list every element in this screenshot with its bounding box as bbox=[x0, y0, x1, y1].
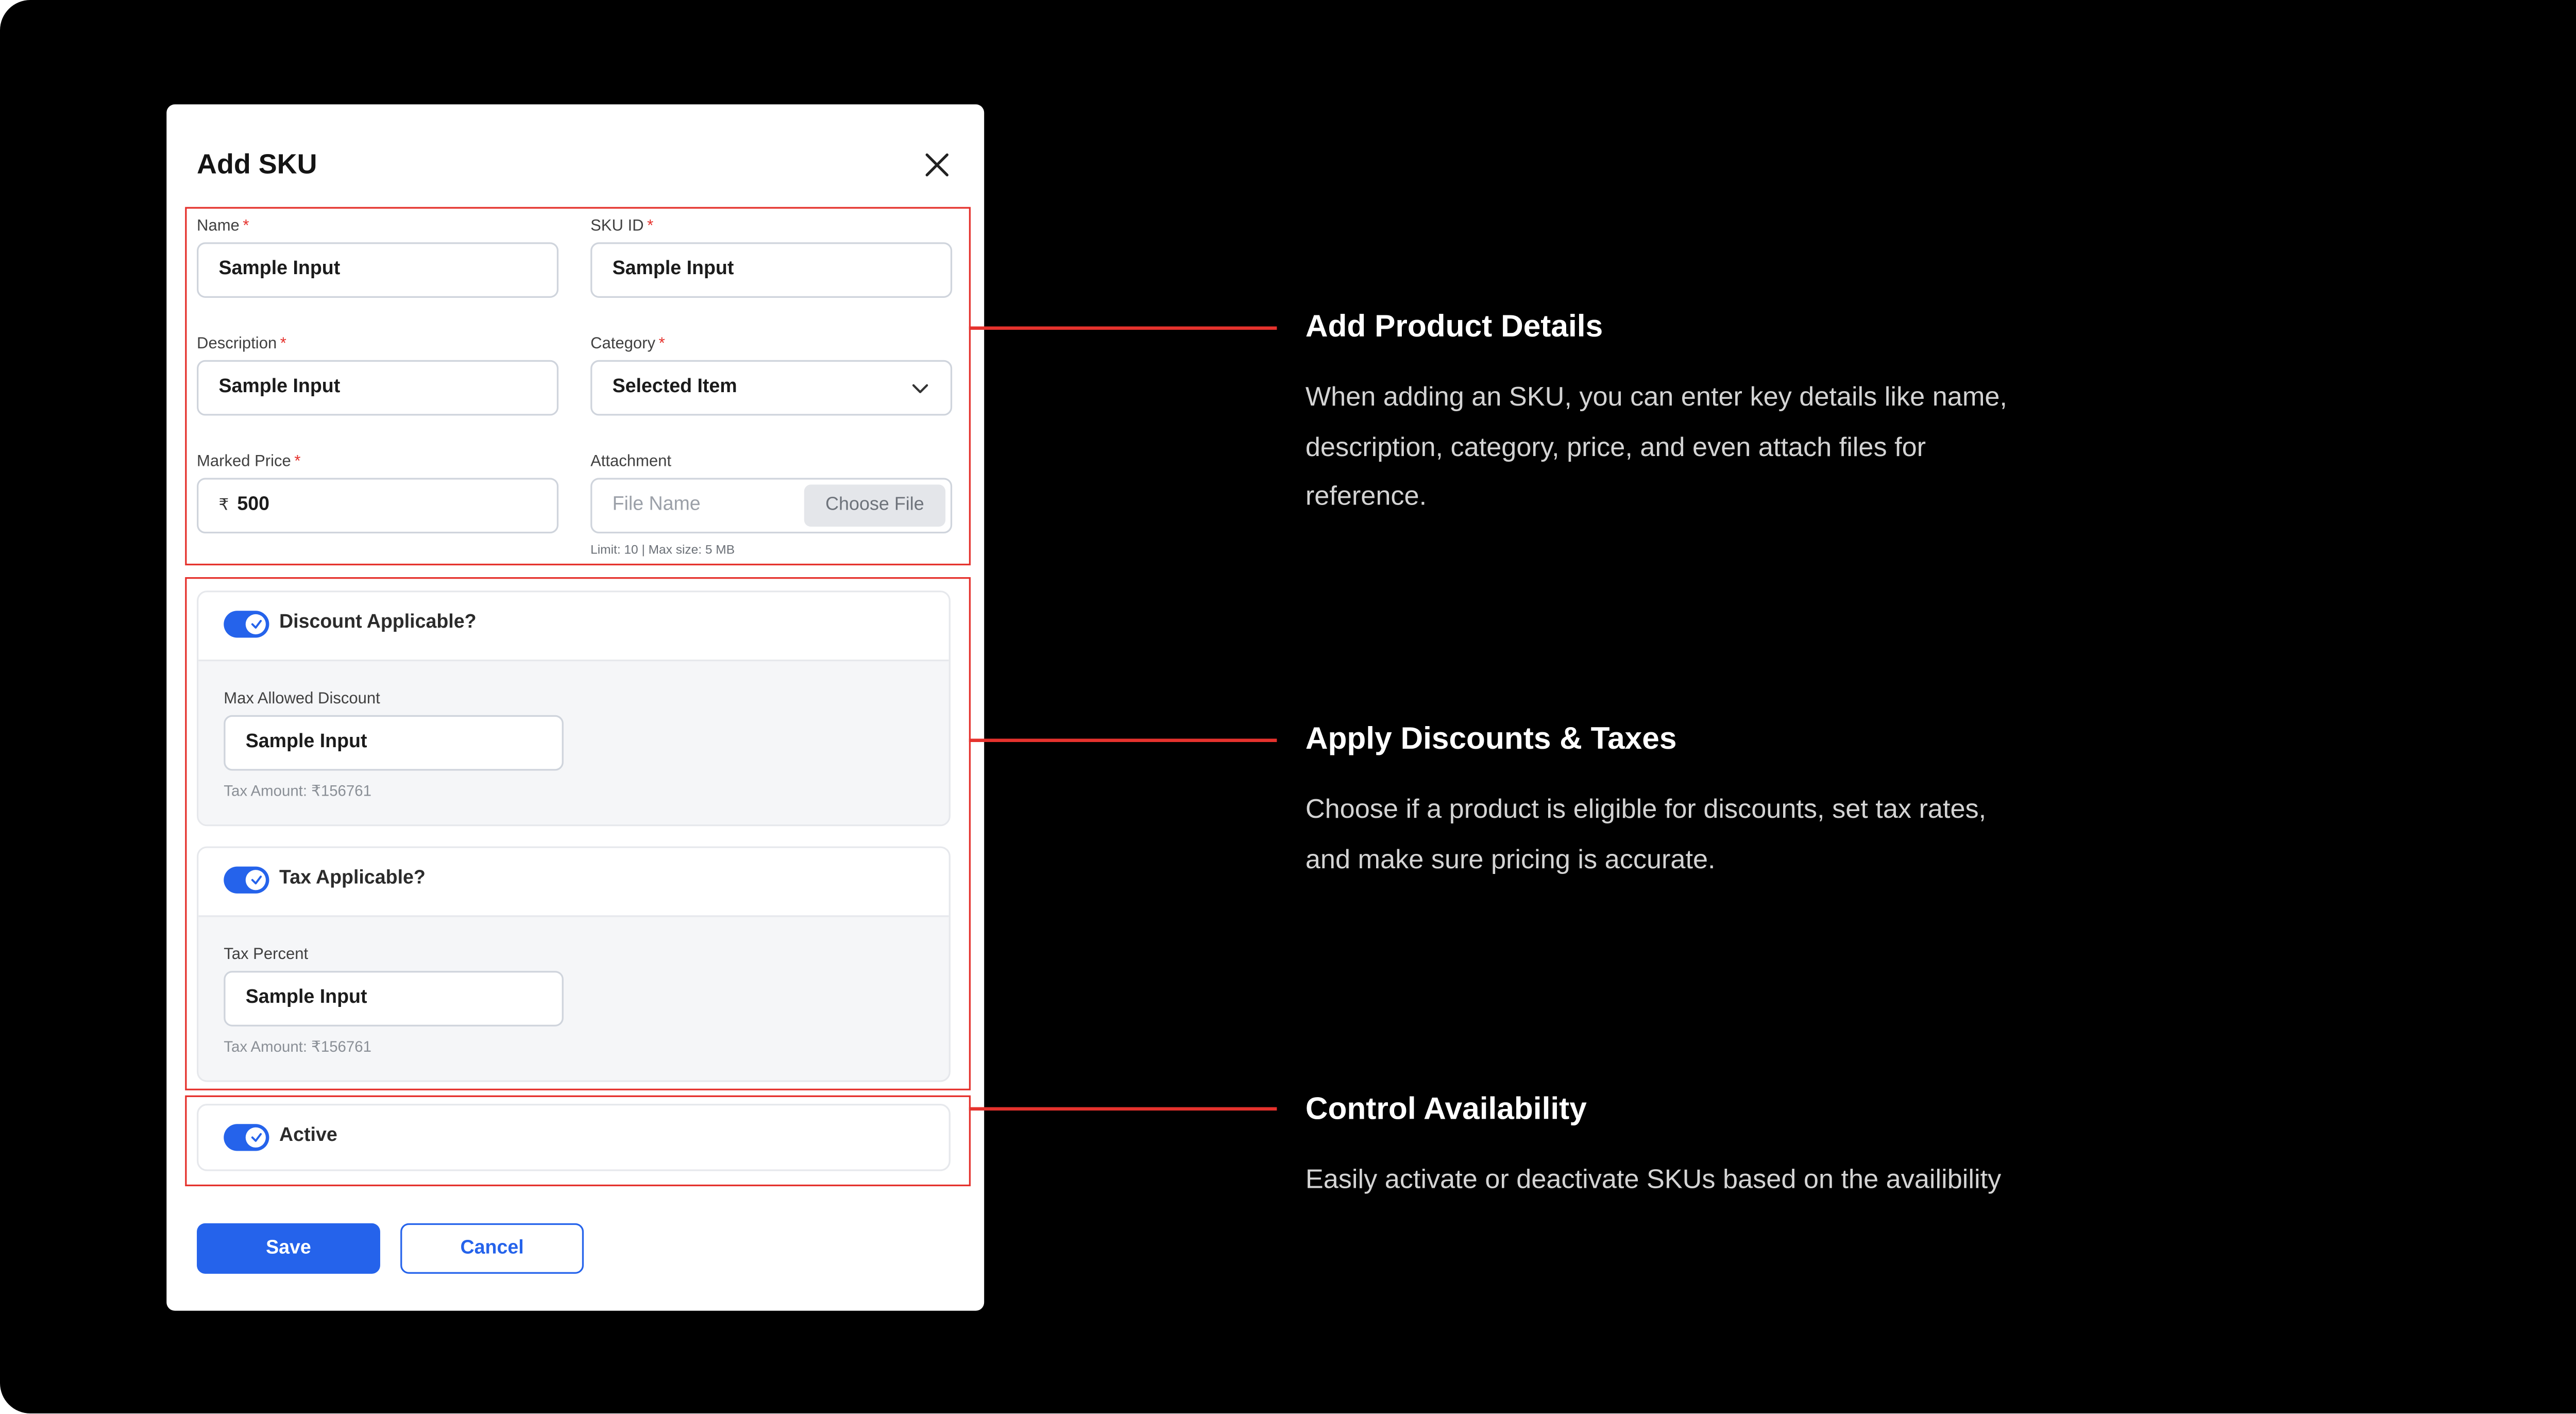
annotation-title-product-details: Add Product Details bbox=[1305, 308, 1603, 344]
annotation-desc-discounts-taxes: Choose if a product is eligible for disc… bbox=[1305, 796, 1987, 874]
annotation-desc-availability: Easily activate or deactivate SKUs based… bbox=[1305, 1166, 2002, 1195]
highlight-discounts-taxes bbox=[185, 577, 971, 1090]
canvas: Add SKU Name * Sample Input SKU ID * Sampl… bbox=[0, 0, 2576, 1413]
close-button[interactable] bbox=[920, 148, 954, 181]
annotation-title-availability: Control Availability bbox=[1305, 1090, 1587, 1126]
highlight-availability bbox=[185, 1095, 971, 1187]
dialog-title: Add SKU bbox=[197, 149, 317, 180]
connector-line-1 bbox=[969, 326, 1277, 329]
close-icon bbox=[925, 153, 948, 177]
cancel-button[interactable]: Cancel bbox=[400, 1223, 584, 1274]
annotation-title-discounts-taxes: Apply Discounts & Taxes bbox=[1305, 720, 1677, 756]
highlight-product-details bbox=[185, 207, 971, 566]
connector-line-3 bbox=[969, 1107, 1277, 1110]
save-button[interactable]: Save bbox=[197, 1223, 380, 1274]
connector-line-2 bbox=[969, 738, 1277, 742]
annotation-desc-product-details: When adding an SKU, you can enter key de… bbox=[1305, 383, 2007, 512]
